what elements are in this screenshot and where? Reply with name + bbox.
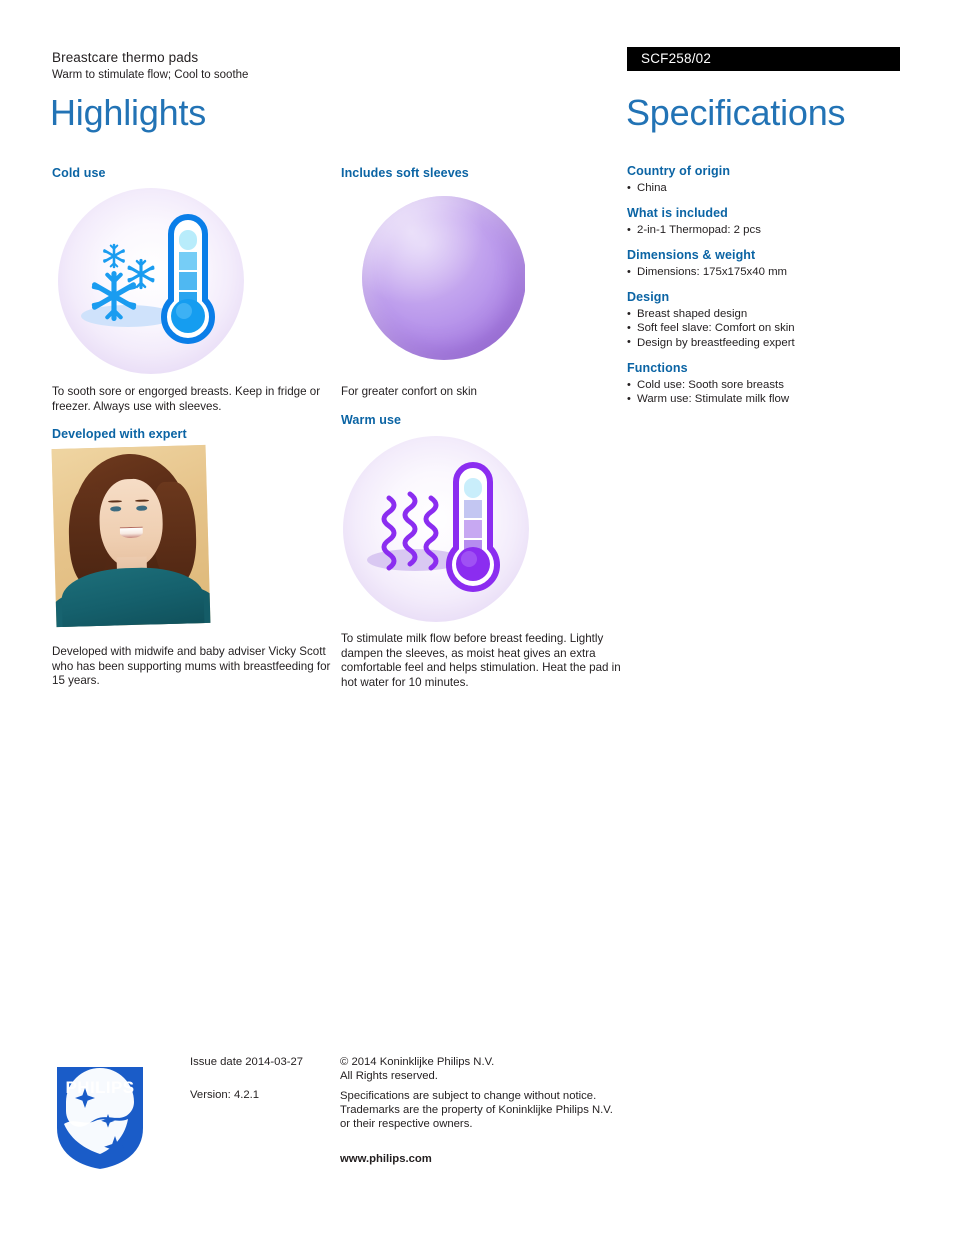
legal-line-1: Specifications are subject to change wit… — [340, 1090, 597, 1102]
heading-developed-with-expert: Developed with expert — [52, 427, 187, 441]
cold-use-icon — [81, 214, 215, 344]
soft-sleeves-description: For greater confort on skin — [341, 385, 477, 398]
heading-includes-soft-sleeves: Includes soft sleeves — [341, 166, 469, 180]
cold-use-description: To sooth sore or engorged breasts. Keep … — [52, 385, 321, 413]
version: Version: 4.2.1 — [190, 1089, 260, 1101]
expert-portrait-photo — [51, 444, 211, 628]
expert-description: Developed with midwife and baby adviser … — [52, 645, 331, 688]
thermometer-cold — [161, 214, 215, 344]
product-leaflet-page: Breastcare thermo pads Warm to stimulate… — [0, 0, 954, 1235]
page-title-specifications: Specifications — [626, 92, 846, 133]
spec-heading: Country of origin — [627, 164, 731, 178]
page-title-highlights: Highlights — [50, 92, 207, 133]
spec-group-design: Design Breast shaped design Soft feel sl… — [627, 290, 907, 350]
sku-banner: SCF258/02 — [627, 47, 900, 71]
spec-group-what-is-included: What is included 2-in-1 Thermopad: 2 pcs — [627, 206, 907, 237]
spec-group-country-of-origin: Country of origin China — [627, 164, 907, 195]
spec-item: Cold use: Sooth sore breasts — [627, 377, 907, 392]
spec-heading: What is included — [627, 206, 728, 220]
spec-item: Warm use: Stimulate milk flow — [627, 392, 907, 407]
soft-sleeves-image — [345, 186, 525, 372]
spec-item: China — [627, 180, 907, 195]
spec-heading: Functions — [627, 361, 688, 375]
spec-group-dimensions-weight: Dimensions & weight Dimensions: 175x175x… — [627, 248, 907, 279]
product-tagline: Warm to stimulate flow; Cool to soothe — [52, 69, 249, 81]
warm-use-icon — [367, 462, 500, 592]
sleeve-pad-sphere — [362, 196, 525, 360]
website-link[interactable]: www.philips.com — [340, 1152, 432, 1167]
warm-use-description: To stimulate milk flow before breast fee… — [341, 632, 621, 689]
copyright-line-2: All Rights reserved. — [340, 1070, 438, 1082]
legal-line-2: Trademarks are the property of Koninklij… — [340, 1104, 613, 1116]
heading-warm-use: Warm use — [341, 413, 402, 427]
heading-cold-use: Cold use — [52, 166, 106, 180]
spec-item: Breast shaped design — [627, 306, 907, 321]
spec-item: 2-in-1 Thermopad: 2 pcs — [627, 222, 907, 237]
cold-use-illustration — [58, 188, 244, 374]
product-name: Breastcare thermo pads — [52, 50, 199, 65]
sku-text: SCF258/02 — [641, 51, 712, 66]
copyright-line-1: © 2014 Koninklijke Philips N.V. — [340, 1056, 495, 1068]
spec-item: Dimensions: 175x175x40 mm — [627, 264, 907, 279]
spec-item: Soft feel slave: Comfort on skin — [627, 321, 907, 336]
spec-group-functions: Functions Cold use: Sooth sore breasts W… — [627, 361, 907, 407]
spec-item: Design by breastfeeding expert — [627, 335, 907, 350]
spec-heading: Dimensions & weight — [627, 248, 756, 262]
spec-heading: Design — [627, 290, 670, 304]
thermometer-warm — [446, 462, 500, 592]
philips-logo: PHILIPS — [53, 1063, 147, 1174]
issue-date: Issue date 2014-03-27 — [190, 1056, 304, 1068]
legal-line-3: or their respective owners. — [340, 1118, 473, 1130]
warm-use-illustration — [343, 436, 529, 622]
